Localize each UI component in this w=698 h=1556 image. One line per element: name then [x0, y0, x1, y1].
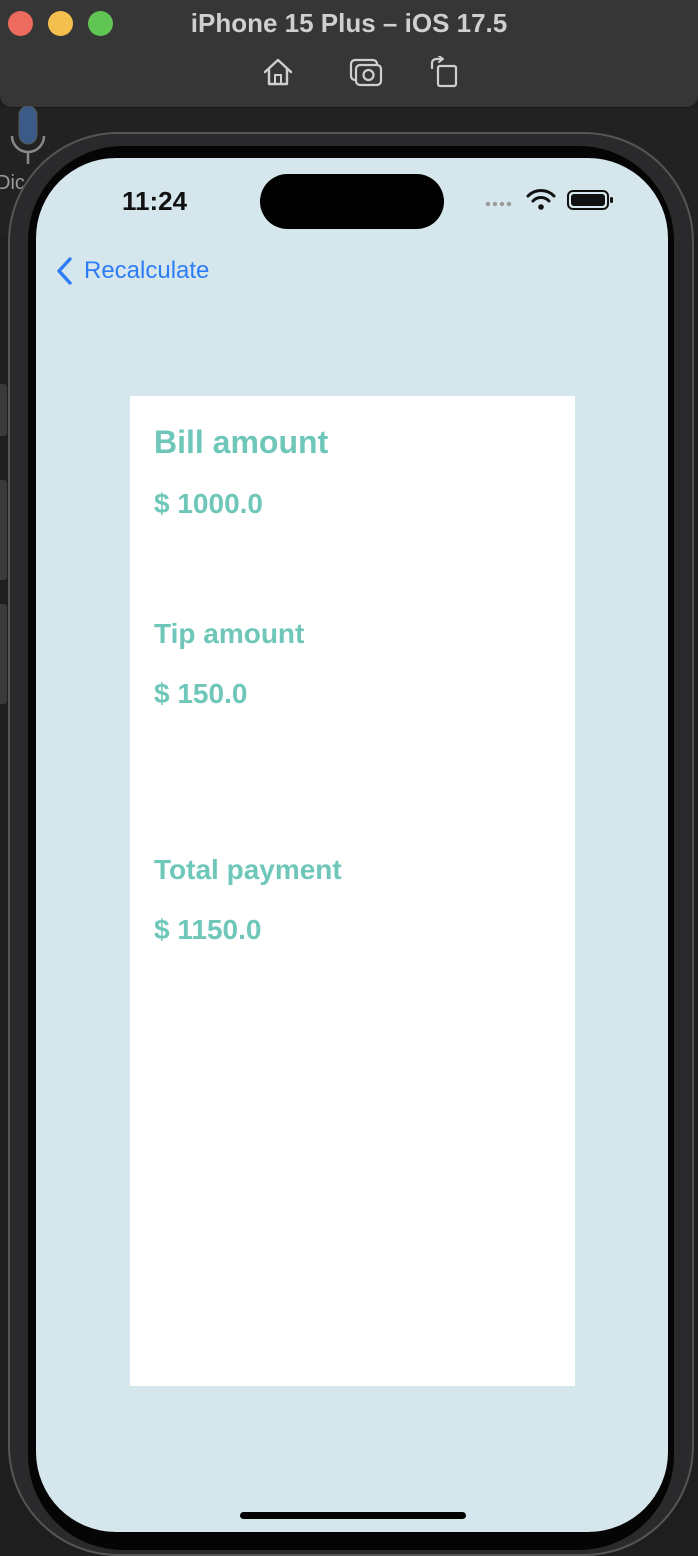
home-indicator[interactable]: [240, 1512, 466, 1519]
status-time: 11:24: [122, 186, 188, 216]
screenshot-icon[interactable]: [349, 56, 383, 88]
microphone-icon: [10, 106, 46, 164]
simulator-title-bar: iPhone 15 Plus – iOS 17.5: [0, 0, 698, 108]
rotate-device-icon[interactable]: [428, 56, 462, 88]
battery-icon: [567, 190, 613, 210]
volume-up-button[interactable]: [0, 480, 7, 580]
back-button-label: Recalculate: [84, 257, 210, 284]
cellular-signal-icon: [485, 201, 512, 207]
window-title: iPhone 15 Plus – iOS 17.5: [190, 8, 508, 38]
home-icon[interactable]: [261, 56, 295, 88]
status-icons: [485, 189, 613, 210]
tip-amount-label: Tip amount: [154, 618, 305, 649]
bill-amount-value: $ 1000.0: [154, 488, 263, 519]
total-payment-value: $ 1150.0: [154, 914, 262, 945]
recalculate-back-button[interactable]: Recalculate: [54, 254, 209, 288]
volume-down-button[interactable]: [0, 604, 7, 704]
total-payment-label: Total payment: [154, 854, 342, 885]
dynamic-island: [260, 174, 444, 229]
bill-amount-label: Bill amount: [154, 424, 329, 460]
wifi-icon: [526, 189, 556, 203]
tip-amount-value: $ 150.0: [154, 678, 248, 709]
chevron-left-icon: [57, 257, 72, 285]
phone-screen: 11:24 Recalculate Bill amount $ 1000.0 T…: [36, 158, 668, 1532]
mute-switch[interactable]: [0, 384, 7, 436]
result-card: Bill amount $ 1000.0 Tip amount $ 150.0 …: [130, 396, 575, 1386]
